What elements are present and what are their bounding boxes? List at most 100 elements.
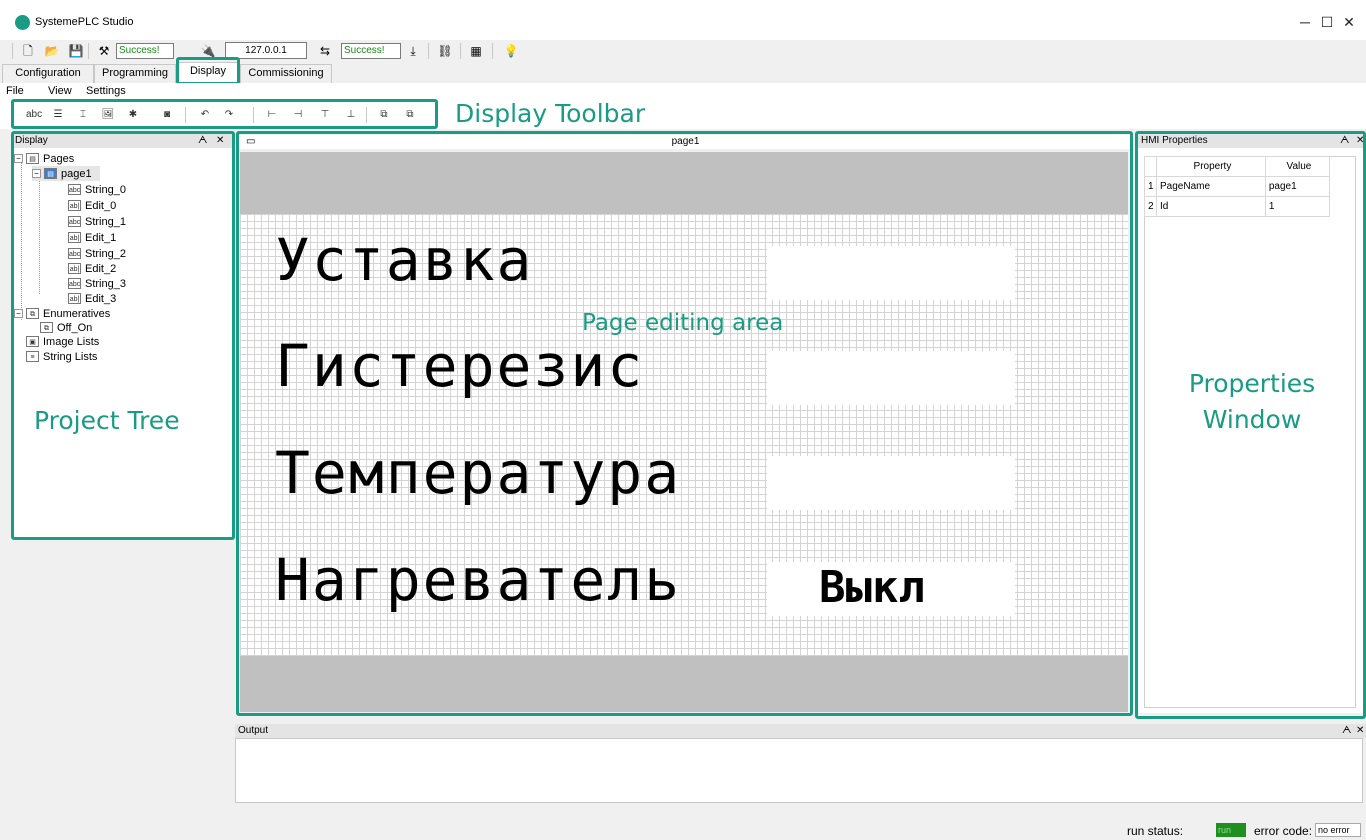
tree-item-edit-2[interactable]: ab| Edit_2 xyxy=(68,261,116,276)
lcd-field-setpoint[interactable] xyxy=(767,246,1015,300)
lcd-label-temperature[interactable]: Температура xyxy=(275,439,681,507)
property-row[interactable]: 1 PageName page1 xyxy=(1144,176,1331,197)
add-image-icon[interactable]: 🖼 xyxy=(101,108,115,122)
menu-bar: File View Settings xyxy=(0,83,1366,99)
lcd-field-temperature[interactable] xyxy=(767,456,1015,510)
project-tree: − ▤ Pages − ▤ page1 abc String_0 ab| Edit_0 ab… xyxy=(12,148,232,538)
menu-settings[interactable]: Settings xyxy=(86,85,126,97)
string-icon: abc xyxy=(68,184,81,195)
align-left-icon[interactable]: ⊢ xyxy=(265,108,279,122)
lcd-value-heater: Выкл xyxy=(819,562,925,613)
connect-plug-icon[interactable]: 🔌 xyxy=(200,43,216,59)
tree-item-pages[interactable]: − ▤ Pages xyxy=(14,151,74,166)
add-button-icon[interactable]: ◙ xyxy=(160,108,174,122)
lcd-grid[interactable]: Уставка Гистерезис Температура Нагревате… xyxy=(240,214,1128,656)
tree-item-string-2[interactable]: abc String_2 xyxy=(68,246,126,261)
close-window-button[interactable]: ✕ xyxy=(1334,10,1364,34)
project-tree-annotation: Project Tree xyxy=(34,406,180,435)
editor-header: ▭ page1 xyxy=(238,135,1133,149)
build-status-field: Success! xyxy=(116,43,174,59)
title-bar: SystemePLC Studio ─ ☐ ✕ xyxy=(0,0,1366,40)
toolbar-separator xyxy=(492,43,493,59)
lcd-field-heater[interactable]: Выкл xyxy=(767,562,1015,616)
add-edit-icon[interactable]: ⌶ xyxy=(76,108,90,122)
send-back-icon[interactable]: ⧉ xyxy=(403,108,417,122)
new-project-icon[interactable]: 🗋 xyxy=(20,43,36,59)
error-code-value: no error xyxy=(1315,823,1361,837)
lcd-label-setpoint[interactable]: Уставка xyxy=(275,226,533,294)
tree-item-string-0[interactable]: abc String_0 xyxy=(68,182,126,197)
edit-icon: ab| xyxy=(68,293,81,304)
properties-table: Property Value 1 PageName page1 2 Id 1 xyxy=(1144,156,1331,217)
page-editing-area[interactable]: Уставка Гистерезис Температура Нагревате… xyxy=(240,152,1128,712)
close-panel-icon[interactable]: ✕ xyxy=(216,134,224,148)
module-icon[interactable]: ▦ xyxy=(468,43,484,59)
toolbar-separator xyxy=(366,107,367,123)
tree-item-page1[interactable]: − ▤ page1 xyxy=(32,166,100,181)
redo-icon[interactable]: ↷ xyxy=(222,108,236,122)
string-icon: abc xyxy=(68,278,81,289)
tab-programming[interactable]: Programming xyxy=(94,64,176,83)
string-list-icon: ≡ xyxy=(26,351,39,362)
add-string-icon[interactable]: abc xyxy=(26,108,42,122)
properties-header: HMI Properties ᗅ ✕ xyxy=(1138,134,1364,148)
build-icon[interactable]: ⚒ xyxy=(96,43,112,59)
connection-icon[interactable]: ⇆ xyxy=(317,43,333,59)
menu-file[interactable]: File xyxy=(6,85,24,97)
tree-item-edit-0[interactable]: ab| Edit_0 xyxy=(68,198,116,213)
lcd-label-heater[interactable]: Нагреватель xyxy=(275,546,681,614)
run-status-label: run status: xyxy=(1127,824,1184,838)
tree-item-image-lists[interactable]: ▣ Image Lists xyxy=(26,334,99,349)
page-window-icon: ▭ xyxy=(246,136,256,147)
lcd-field-hysteresis[interactable] xyxy=(767,351,1015,405)
editor-title: page1 xyxy=(671,136,700,147)
pin-icon[interactable]: ᗅ xyxy=(198,134,207,148)
add-enum-icon[interactable]: ✱ xyxy=(126,108,140,122)
page-editing-annotation: Page editing area xyxy=(582,310,784,336)
output-header: Output ᗅ ✕ xyxy=(235,724,1366,738)
tree-item-string-lists[interactable]: ≡ String Lists xyxy=(26,349,97,364)
tree-item-off-on[interactable]: ⧉ Off_On xyxy=(40,320,92,335)
tree-item-enumeratives[interactable]: − ⧉ Enumeratives xyxy=(14,306,110,321)
tree-item-string-1[interactable]: abc String_1 xyxy=(68,214,126,229)
property-row[interactable]: 2 Id 1 xyxy=(1144,196,1331,217)
tree-item-edit-3[interactable]: ab| Edit_3 xyxy=(68,291,116,306)
tree-item-string-3[interactable]: abc String_3 xyxy=(68,276,126,291)
close-panel-icon[interactable]: ✕ xyxy=(1356,724,1364,738)
menu-view[interactable]: View xyxy=(48,85,72,97)
page-icon: ▤ xyxy=(44,168,57,179)
network-icon[interactable]: ⛓ xyxy=(437,43,453,59)
pages-icon: ▤ xyxy=(26,153,39,164)
close-panel-icon[interactable]: ✕ xyxy=(1356,134,1364,148)
add-list-icon[interactable]: ☰ xyxy=(51,108,65,122)
error-code-label: error code: xyxy=(1254,824,1313,838)
tab-configuration[interactable]: Configuration xyxy=(2,64,94,83)
tab-commissioning[interactable]: Commissioning xyxy=(240,64,332,83)
enum-icon: ⧉ xyxy=(40,322,53,333)
tab-display[interactable]: Display xyxy=(178,62,238,83)
toolbar-separator xyxy=(88,43,89,59)
output-title: Output xyxy=(238,725,269,736)
align-top-icon[interactable]: ⊤ xyxy=(318,108,332,122)
align-bottom-icon[interactable]: ⊥ xyxy=(344,108,358,122)
value-header: Value xyxy=(1264,156,1331,177)
connection-status-field: Success! xyxy=(341,43,401,59)
toolbar-separator xyxy=(428,43,429,59)
undo-icon[interactable]: ↶ xyxy=(198,108,212,122)
save-icon[interactable]: 💾 xyxy=(68,43,84,59)
pin-icon[interactable]: ᗅ xyxy=(1342,724,1351,738)
display-toolbar-annotation: Display Toolbar xyxy=(455,99,646,128)
align-right-icon[interactable]: ⊣ xyxy=(291,108,305,122)
lcd-label-hysteresis[interactable]: Гистерезис xyxy=(275,332,644,400)
bring-front-icon[interactable]: ⧉ xyxy=(377,108,391,122)
open-project-icon[interactable]: 📂 xyxy=(44,43,60,59)
help-bulb-icon[interactable]: 💡 xyxy=(503,43,519,59)
app-logo-icon xyxy=(15,15,30,30)
download-icon[interactable]: ⤓ xyxy=(405,43,421,59)
pin-icon[interactable]: ᗅ xyxy=(1340,134,1349,148)
main-tabs: Configuration Programming Display Commis… xyxy=(0,62,1366,83)
properties-window: Property Value 1 PageName page1 2 Id 1 P… xyxy=(1138,148,1364,713)
ip-address-field[interactable]: 127.0.0.1 xyxy=(225,42,307,59)
run-status-value: run xyxy=(1216,823,1246,837)
tree-item-edit-1[interactable]: ab| Edit_1 xyxy=(68,230,116,245)
